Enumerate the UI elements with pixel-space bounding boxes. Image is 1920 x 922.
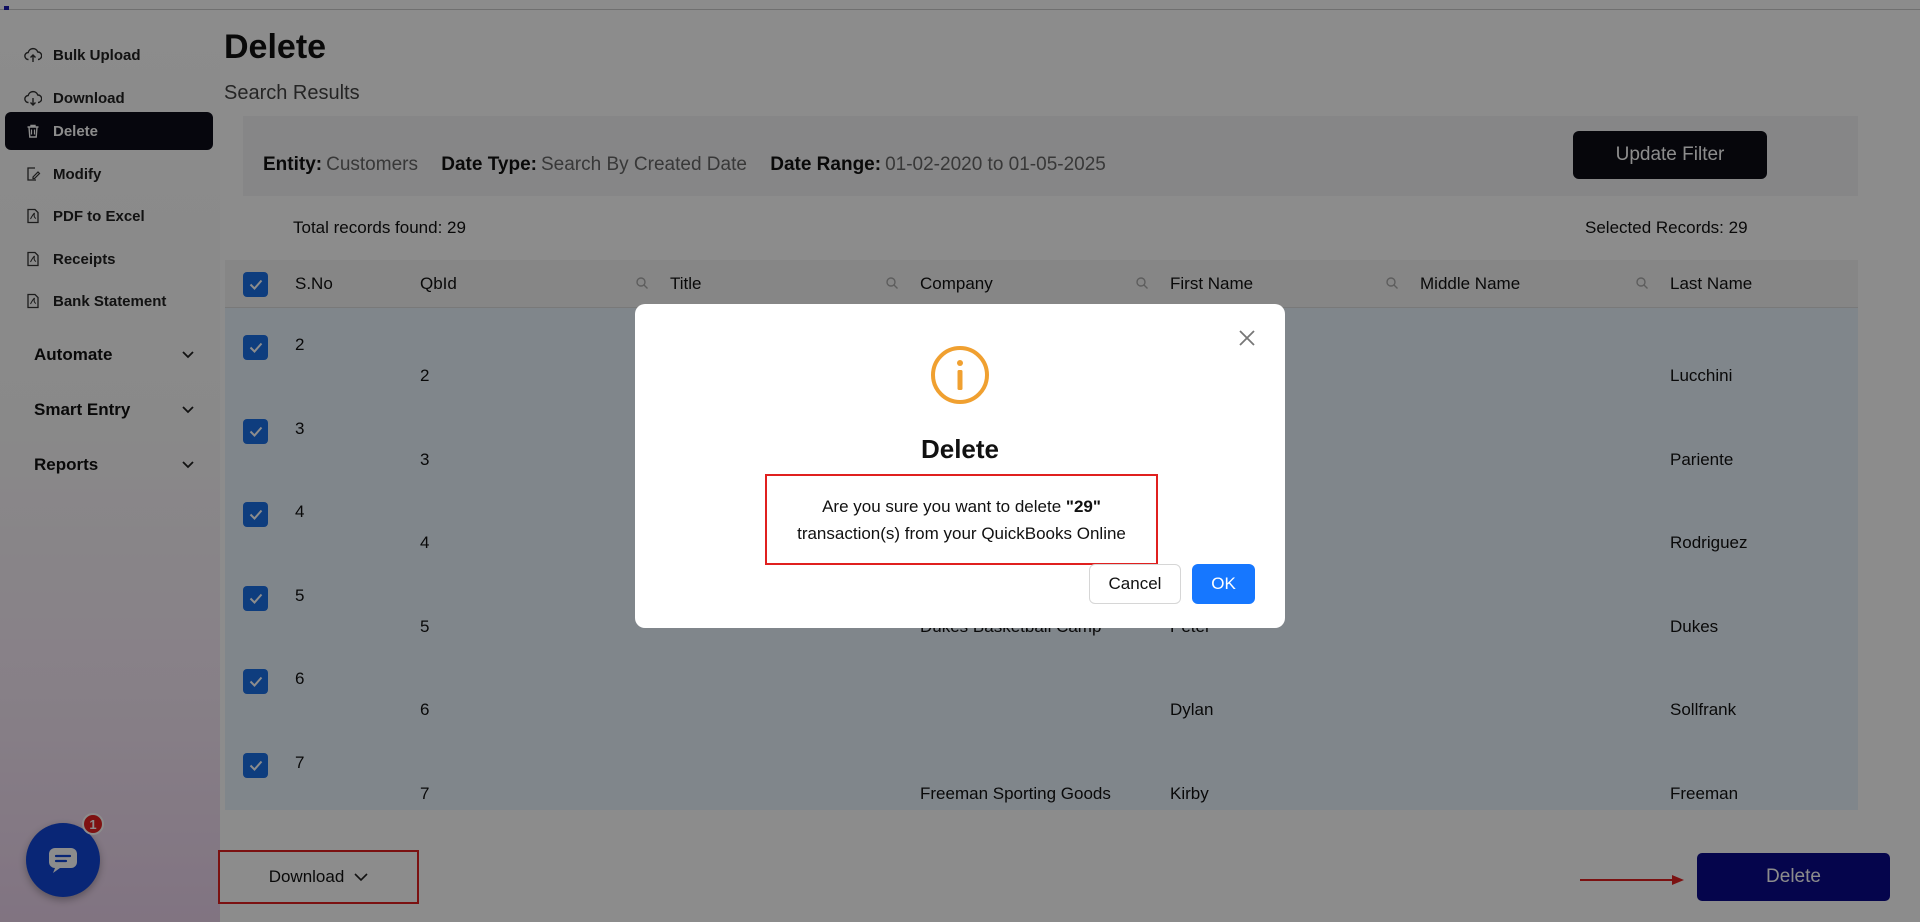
dialog-message: Are you sure you want to delete "29" tra… bbox=[765, 474, 1158, 565]
ok-button[interactable]: OK bbox=[1192, 564, 1255, 604]
info-icon bbox=[931, 346, 989, 404]
dialog-message-line1: Are you sure you want to delete "29" bbox=[822, 493, 1101, 520]
delete-confirm-dialog: Delete Are you sure you want to delete "… bbox=[635, 304, 1285, 628]
close-icon[interactable] bbox=[1235, 326, 1259, 350]
dialog-title: Delete bbox=[920, 434, 1000, 464]
dialog-message-line2: transaction(s) from your QuickBooks Onli… bbox=[797, 523, 1126, 543]
cancel-button[interactable]: Cancel bbox=[1089, 564, 1181, 604]
message-count: "29" bbox=[1065, 496, 1101, 516]
message-prefix: Are you sure you want to delete bbox=[822, 496, 1066, 516]
